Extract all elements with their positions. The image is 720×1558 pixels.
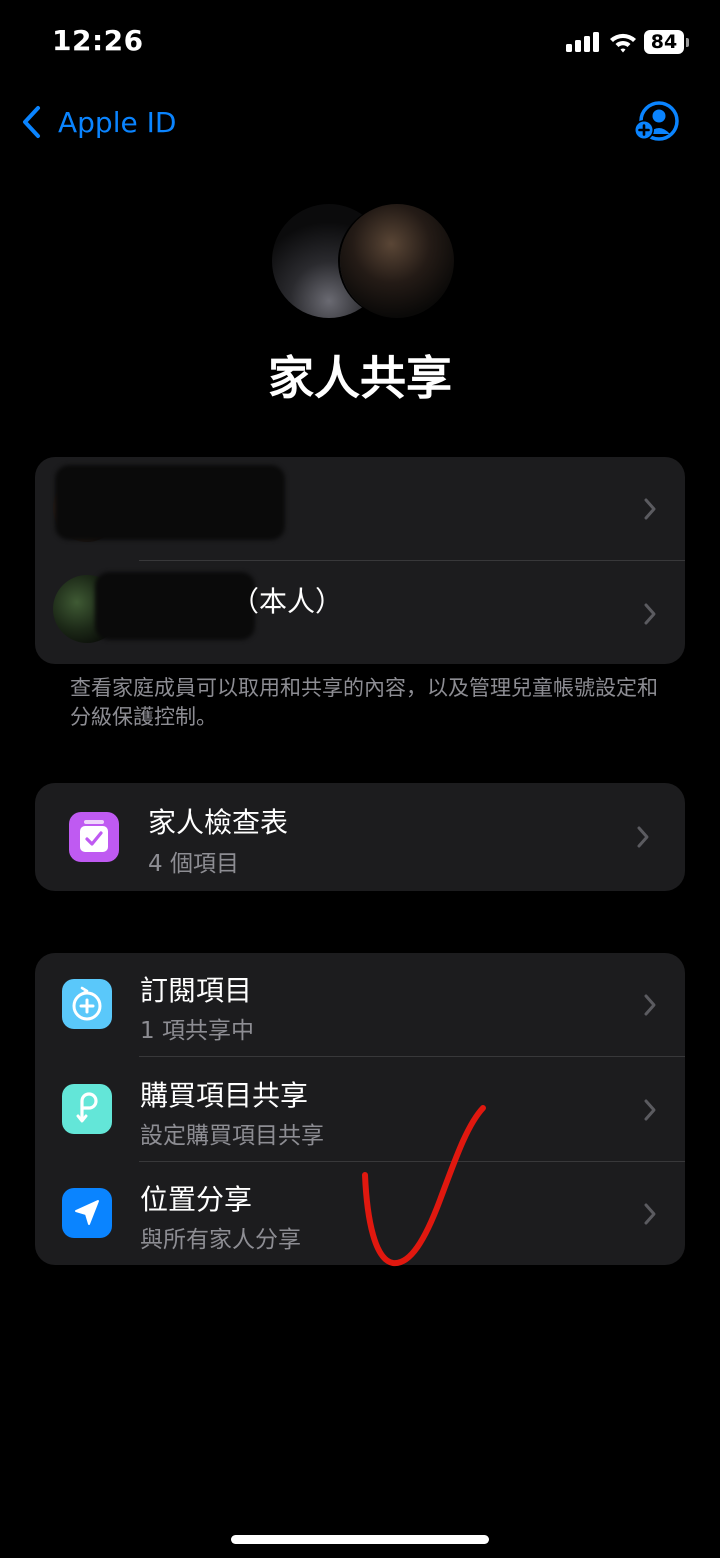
member-self-suffix: （本人） [231,585,344,618]
red-checkmark-annotation [362,1105,486,1267]
subscriptions-title: 訂閱項目 [140,974,253,1007]
status-time: 12:26 [52,24,144,57]
add-family-member-icon[interactable] [632,100,682,144]
chevron-right-icon [644,603,656,625]
page-title: 家人共享 [268,351,452,405]
battery-tip [686,38,689,47]
chevron-right-icon [637,826,649,848]
chevron-right-icon [644,1203,656,1225]
subscriptions-subtitle: 1 項共享中 [140,1018,254,1044]
back-button[interactable]: Apple ID [20,102,176,142]
home-indicator[interactable] [231,1535,489,1544]
chevron-right-icon [644,498,656,520]
family-member-row-self[interactable]: （本人） [35,560,685,664]
chevron-right-icon [644,1099,656,1121]
chevron-right-icon [644,994,656,1016]
checklist-icon [69,812,119,862]
subscriptions-row[interactable]: 訂閱項目 1 項共享中 [35,953,685,1056]
family-avatars [272,204,454,318]
family-member-row[interactable] [35,457,685,560]
wifi-icon [610,33,636,53]
purchase-sharing-icon [62,1084,112,1134]
purchase-sharing-subtitle: 設定購買項目共享 [140,1123,324,1149]
purchase-sharing-title: 購買項目共享 [140,1079,309,1112]
avatar [340,204,454,318]
cellular-signal-icon [566,32,602,52]
subscription-icon [62,979,112,1029]
chevron-left-icon [23,106,40,138]
family-members-card: （本人） [35,457,685,664]
battery-indicator: 84 [644,30,684,54]
location-sharing-subtitle: 與所有家人分享 [140,1227,301,1253]
checklist-card: 家人檢查表 4 個項目 [35,783,685,891]
family-checklist-row[interactable]: 家人檢查表 4 個項目 [35,783,685,891]
checklist-title: 家人檢查表 [148,806,289,839]
location-arrow-icon [62,1188,112,1238]
location-sharing-title: 位置分享 [140,1183,253,1216]
checklist-subtitle: 4 個項目 [148,851,239,877]
members-footnote: 查看家庭成員可以取用和共享的內容，以及管理兒童帳號設定和分級保護控制。 [70,676,658,729]
back-button-label: Apple ID [58,105,177,139]
redacted-name [55,465,285,540]
